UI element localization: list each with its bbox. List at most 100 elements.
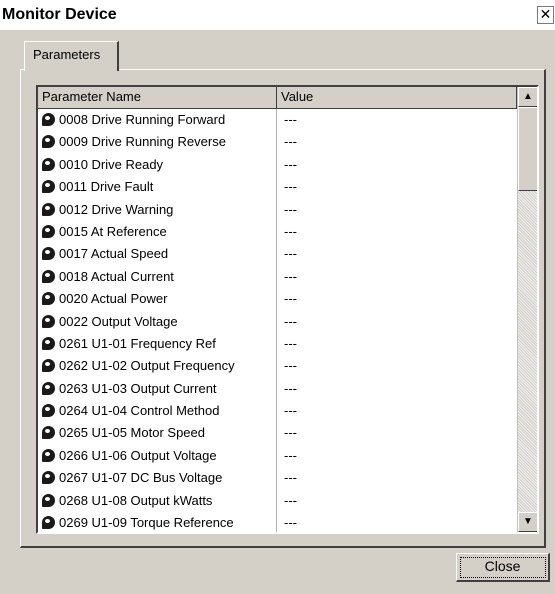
parameter-list[interactable]: Parameter Name Value 0008 Drive Running … (36, 85, 539, 534)
pushpin-icon (42, 426, 55, 440)
table-row[interactable]: 0008 Drive Running Forward --- (38, 109, 517, 132)
parameter-name: 0012 Drive Warning (59, 201, 174, 217)
parameter-name-cell: 0022 Output Voltage (42, 310, 277, 333)
scroll-up-button[interactable]: ▲ (518, 87, 537, 107)
parameter-value: --- (284, 380, 297, 396)
pushpin-icon (42, 202, 55, 216)
title-bar: Monitor Device ✕ (0, 0, 555, 30)
parameter-value: --- (284, 515, 297, 531)
column-header-value[interactable]: Value (277, 87, 517, 109)
parameter-name-cell: 0266 U1-06 Output Voltage (42, 444, 277, 468)
table-body: 0008 Drive Running Forward --- 0009 Drive … (38, 109, 517, 532)
parameter-value: --- (284, 112, 297, 127)
pushpin-icon (42, 292, 55, 306)
parameter-name-cell: 0010 Drive Ready (42, 153, 277, 177)
pushpin-icon (42, 381, 55, 395)
table-row[interactable]: 0261 U1-01 Frequency Ref --- (38, 332, 517, 356)
parameter-value: --- (284, 223, 297, 239)
parameter-name: 0020 Actual Power (59, 291, 168, 307)
parameter-name: 0263 U1-03 Output Current (59, 380, 217, 396)
parameter-name: 0269 U1-09 Torque Reference (59, 515, 234, 531)
pushpin-icon (42, 247, 55, 261)
table-row[interactable]: 0022 Output Voltage --- (38, 310, 517, 333)
parameter-name: 0008 Drive Running Forward (59, 112, 226, 127)
pushpin-icon (42, 359, 55, 373)
parameter-name-cell: 0267 U1-07 DC Bus Voltage (42, 467, 277, 490)
parameter-value: --- (284, 201, 297, 217)
parameter-value: --- (284, 470, 297, 486)
parameter-name-cell: 0263 U1-03 Output Current (42, 377, 277, 401)
table-row[interactable]: 0012 Drive Warning --- (38, 198, 517, 221)
pushpin-icon (42, 224, 55, 238)
pushpin-icon (42, 269, 55, 283)
table-row[interactable]: 0010 Drive Ready --- (38, 153, 517, 177)
tab-label: Parameters (33, 47, 101, 62)
column-header-parameter-name[interactable]: Parameter Name (38, 87, 277, 109)
parameter-name-cell: 0020 Actual Power (42, 288, 277, 311)
table-row[interactable]: 0015 At Reference --- (38, 220, 517, 244)
parameter-value: --- (284, 134, 297, 150)
pushpin-icon (42, 157, 55, 171)
pushpin-icon (42, 448, 55, 462)
parameter-name: 0267 U1-07 DC Bus Voltage (59, 470, 223, 486)
table-row[interactable]: 0265 U1-05 Motor Speed --- (38, 422, 517, 445)
parameter-name: 0264 U1-04 Control Method (59, 403, 220, 419)
parameter-name-cell: 0262 U1-02 Output Frequency (42, 355, 277, 378)
parameter-value: --- (284, 447, 297, 463)
parameter-name-cell: 0015 At Reference (42, 220, 277, 244)
scroll-down-button[interactable]: ▼ (518, 512, 537, 532)
parameter-value: --- (284, 179, 297, 195)
parameter-name: 0011 Drive Fault (59, 179, 154, 195)
table-row[interactable]: 0268 U1-08 Output kWatts --- (38, 489, 517, 513)
parameter-name-cell: 0017 Actual Speed (42, 243, 277, 266)
pushpin-icon (42, 113, 55, 126)
parameter-name: 0018 Actual Current (59, 268, 174, 284)
table-row[interactable]: 0267 U1-07 DC Bus Voltage --- (38, 467, 517, 490)
scroll-thumb[interactable] (518, 107, 537, 191)
parameter-value: --- (284, 492, 297, 508)
monitor-device-dialog: Monitor Device ✕ Parameters Parameter Na… (0, 0, 555, 594)
parameter-name-cell: 0261 U1-01 Frequency Ref (42, 332, 277, 356)
pushpin-icon (42, 314, 55, 328)
table-row[interactable]: 0020 Actual Power --- (38, 288, 517, 311)
parameter-name-cell: 0264 U1-04 Control Method (42, 400, 277, 423)
table-row[interactable]: 0017 Actual Speed --- (38, 243, 517, 266)
window-title: Monitor Device (2, 6, 117, 23)
parameter-value: --- (284, 313, 297, 329)
pushpin-icon (42, 516, 55, 530)
close-icon[interactable]: ✕ (537, 6, 554, 24)
vertical-scrollbar[interactable]: ▲ ▼ (517, 87, 537, 532)
parameter-value: --- (284, 403, 297, 419)
pushpin-icon (42, 471, 55, 485)
table-row[interactable]: 0269 U1-09 Torque Reference --- (38, 512, 517, 532)
parameter-value: --- (284, 246, 297, 262)
parameter-name-cell: 0011 Drive Fault (42, 176, 277, 199)
parameter-name-cell: 0009 Drive Running Reverse (42, 131, 277, 154)
table-row[interactable]: 0264 U1-04 Control Method --- (38, 400, 517, 423)
parameter-name: 0262 U1-02 Output Frequency (59, 358, 235, 374)
parameter-name-cell: 0008 Drive Running Forward (42, 109, 277, 132)
parameter-name-cell: 0018 Actual Current (42, 265, 277, 289)
pushpin-icon (42, 493, 55, 507)
parameter-value: --- (284, 335, 297, 351)
parameter-name-cell: 0012 Drive Warning (42, 198, 277, 221)
tab-parameters[interactable]: Parameters (24, 41, 119, 71)
parameter-value: --- (284, 291, 297, 307)
parameter-value: --- (284, 358, 297, 374)
pushpin-icon (42, 404, 55, 418)
parameter-name: 0261 U1-01 Frequency Ref (59, 335, 216, 351)
parameter-name: 0268 U1-08 Output kWatts (59, 492, 213, 508)
pushpin-icon (42, 336, 55, 350)
table-row[interactable]: 0262 U1-02 Output Frequency --- (38, 355, 517, 378)
table-row[interactable]: 0009 Drive Running Reverse --- (38, 131, 517, 154)
table-row[interactable]: 0011 Drive Fault --- (38, 176, 517, 199)
table-row[interactable]: 0263 U1-03 Output Current --- (38, 377, 517, 401)
close-button[interactable]: Close (456, 553, 550, 582)
parameter-name-cell: 0268 U1-08 Output kWatts (42, 489, 277, 513)
parameter-name: 0009 Drive Running Reverse (59, 134, 226, 150)
table-row[interactable]: 0018 Actual Current --- (38, 265, 517, 289)
parameter-name: 0022 Output Voltage (59, 313, 178, 329)
table-row[interactable]: 0266 U1-06 Output Voltage --- (38, 444, 517, 468)
pushpin-icon (42, 180, 55, 194)
parameter-name: 0010 Drive Ready (59, 156, 164, 172)
